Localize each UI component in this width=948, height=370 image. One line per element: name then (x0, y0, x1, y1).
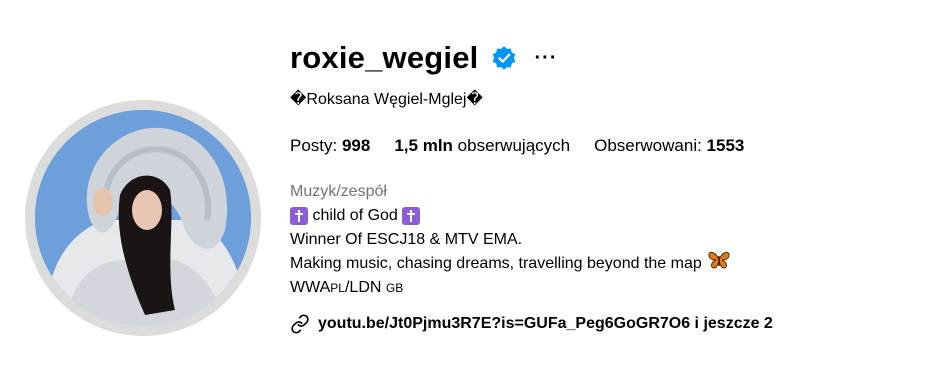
bio-line-1: child of God (290, 204, 928, 228)
username: roxie_wegiel (290, 40, 479, 75)
butterfly-icon (708, 250, 730, 278)
posts-value: 998 (341, 136, 371, 155)
avatar-image (35, 110, 251, 326)
bio-line-3: Making music, chasing dreams, travelling… (290, 250, 928, 278)
external-link[interactable]: youtu.be/Jt0Pjmu3R7E?is=GUFa_Peg6GoGR7O6… (290, 312, 928, 336)
profile-avatar[interactable] (25, 100, 261, 336)
posts-label: Posty: (290, 136, 342, 155)
following-label: Obserwowani: (594, 136, 707, 155)
bio-line-1-text: child of God (308, 207, 403, 224)
bio-line-4-c: /LDN (344, 279, 386, 296)
latin-cross-icon (402, 207, 421, 225)
category-label: Muzyk/zespół (290, 183, 387, 200)
latin-cross-icon (290, 207, 308, 225)
followers-value: 1,5 mln (394, 136, 453, 155)
bio-line-4-d: GB (385, 281, 404, 295)
avatar-photo-illustration (35, 110, 251, 326)
bio-line-4-a: WWA (290, 279, 331, 296)
more-options-button[interactable]: ··· (535, 48, 558, 68)
full-name: �Roksana Węgiel-Mglej� (290, 91, 483, 108)
followers-link[interactable]: 1,5 mln obserwujących (394, 132, 570, 160)
bio-line-3-text: Making music, chasing dreams, travelling… (290, 255, 702, 272)
link-icon (290, 314, 310, 334)
external-link-text: youtu.be/Jt0Pjmu3R7E?is=GUFa_Peg6GoGR7O6… (318, 315, 773, 332)
bio-line-4: WWA PL/LDN GB (290, 276, 928, 300)
following-value: 1553 (706, 136, 745, 155)
followers-label: obserwujących (452, 136, 571, 155)
posts-count: Posty: 998 (290, 132, 370, 160)
bio-line-2: Winner Of ESCJ18 & MTV EMA. (290, 231, 523, 248)
verified-badge-icon (491, 45, 517, 71)
following-link[interactable]: Obserwowani: 1553 (594, 132, 744, 160)
username-row: roxie_wegiel ··· (290, 36, 928, 80)
bio-line-4-b: PL (330, 281, 345, 295)
profile-stats: Posty: 998 1,5 mln obserwujących Obserwo… (290, 132, 928, 160)
bio: child of God Winner Of ESCJ18 & MTV EMA.… (290, 204, 928, 300)
profile-header: roxie_wegiel ··· �Roksana Węgiel-Mglej� … (290, 36, 928, 336)
